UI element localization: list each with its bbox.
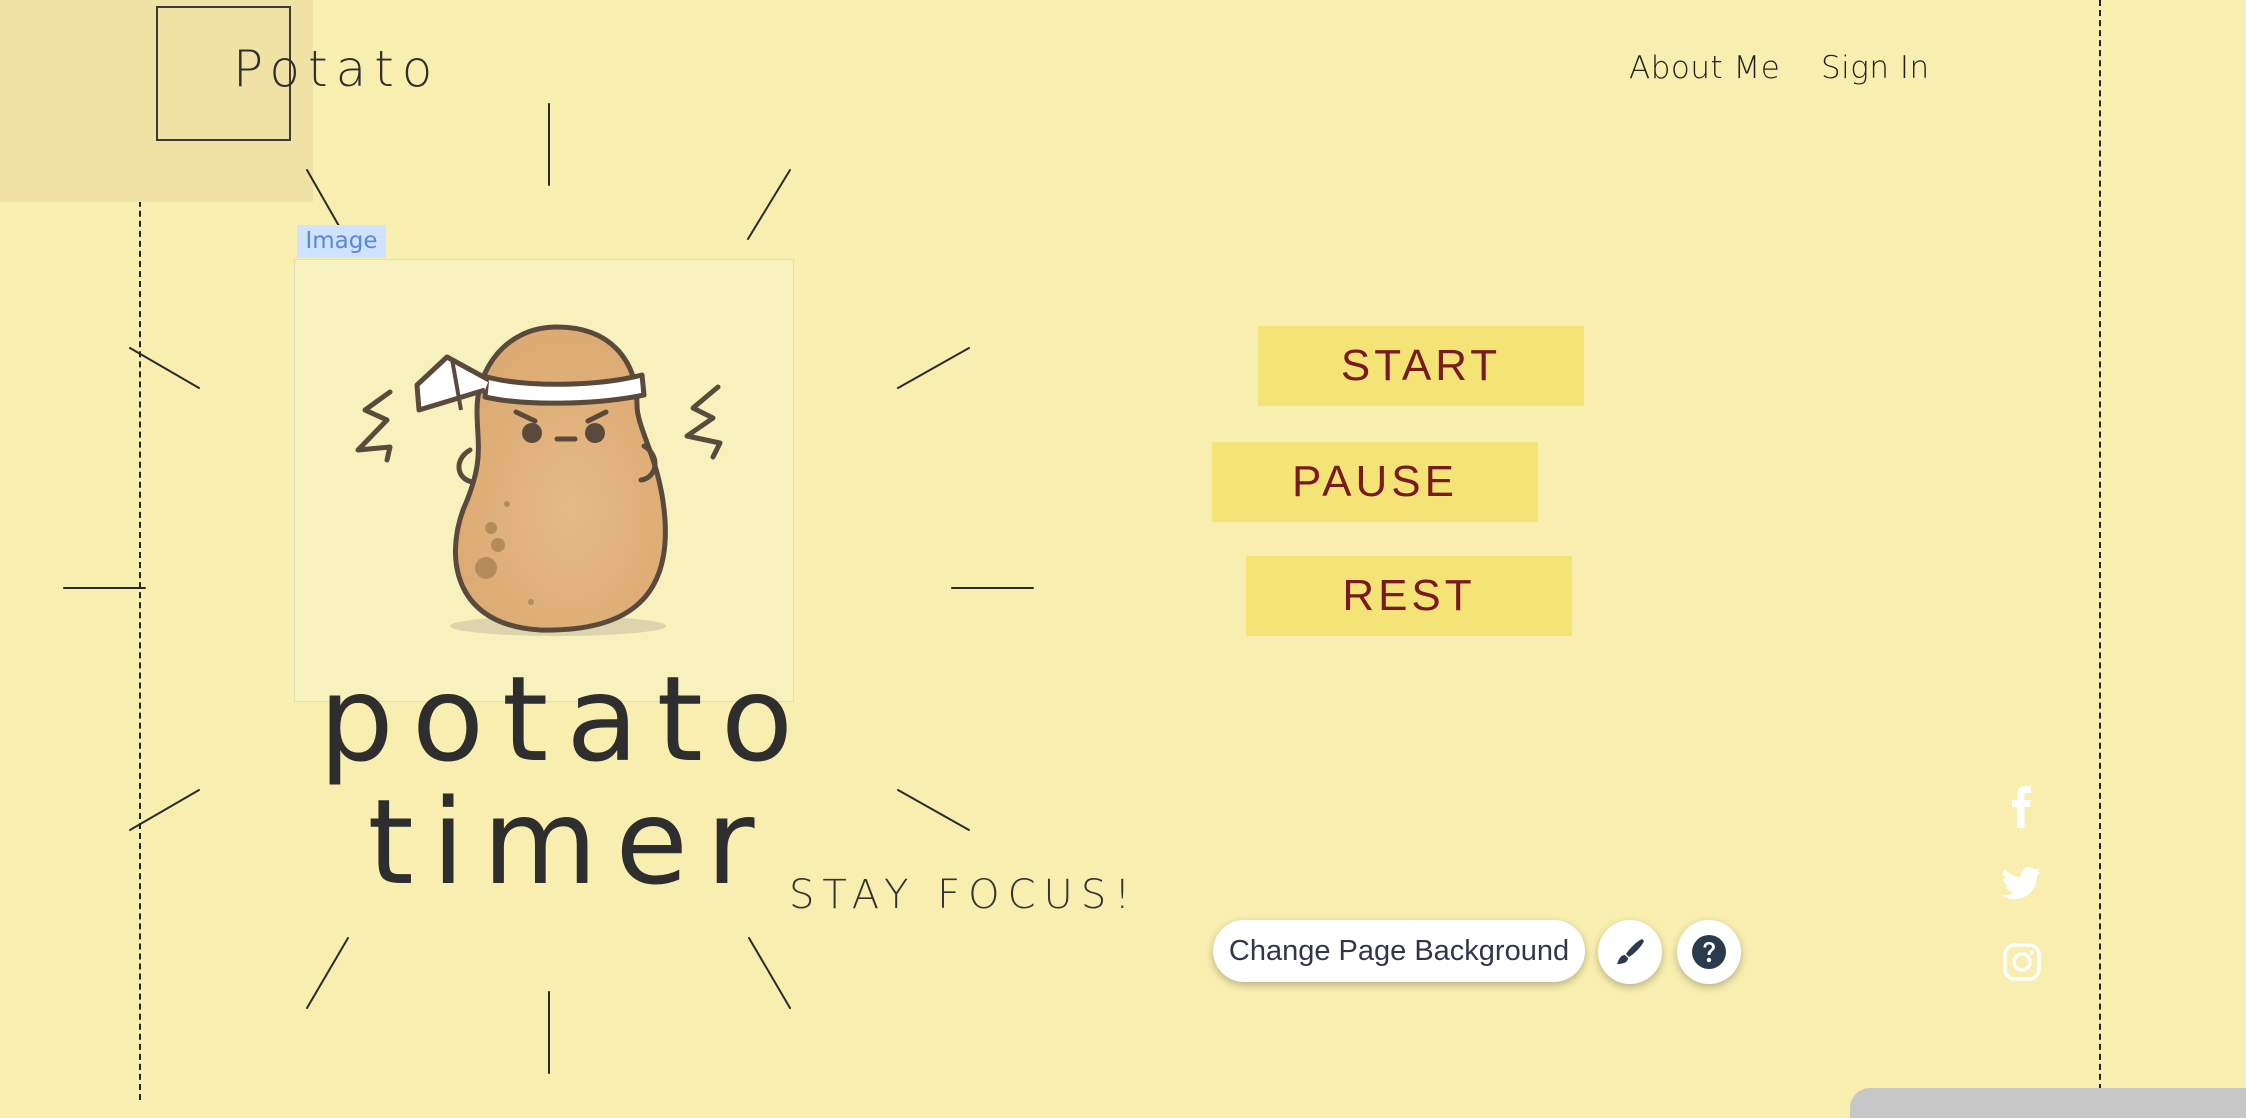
- tagline: STAY FOCUS!: [789, 872, 1139, 918]
- potato-illustration: [355, 324, 723, 636]
- twitter-link[interactable]: [2000, 862, 2044, 906]
- rest-button[interactable]: REST: [1246, 556, 1572, 636]
- title-potato: potato: [318, 650, 812, 788]
- instagram-icon: [2003, 943, 2041, 981]
- paintbrush-icon: [1617, 939, 1644, 964]
- change-page-background-button[interactable]: Change Page Background: [1213, 920, 1585, 982]
- facebook-link[interactable]: [2000, 785, 2044, 829]
- start-button[interactable]: START: [1258, 326, 1584, 406]
- pause-button[interactable]: PAUSE: [1212, 442, 1538, 522]
- instagram-link[interactable]: [2000, 940, 2044, 984]
- twitter-icon: [2002, 867, 2041, 900]
- potato-image[interactable]: [294, 259, 794, 702]
- title-timer: timer: [367, 773, 773, 911]
- help-button[interactable]: [1677, 920, 1741, 984]
- help-icon: [1692, 935, 1726, 969]
- facebook-icon: [2012, 786, 2031, 828]
- design-brush-button[interactable]: [1598, 920, 1662, 984]
- image-tag: Image: [297, 225, 386, 258]
- bottom-panel-edge: [1850, 1088, 2246, 1118]
